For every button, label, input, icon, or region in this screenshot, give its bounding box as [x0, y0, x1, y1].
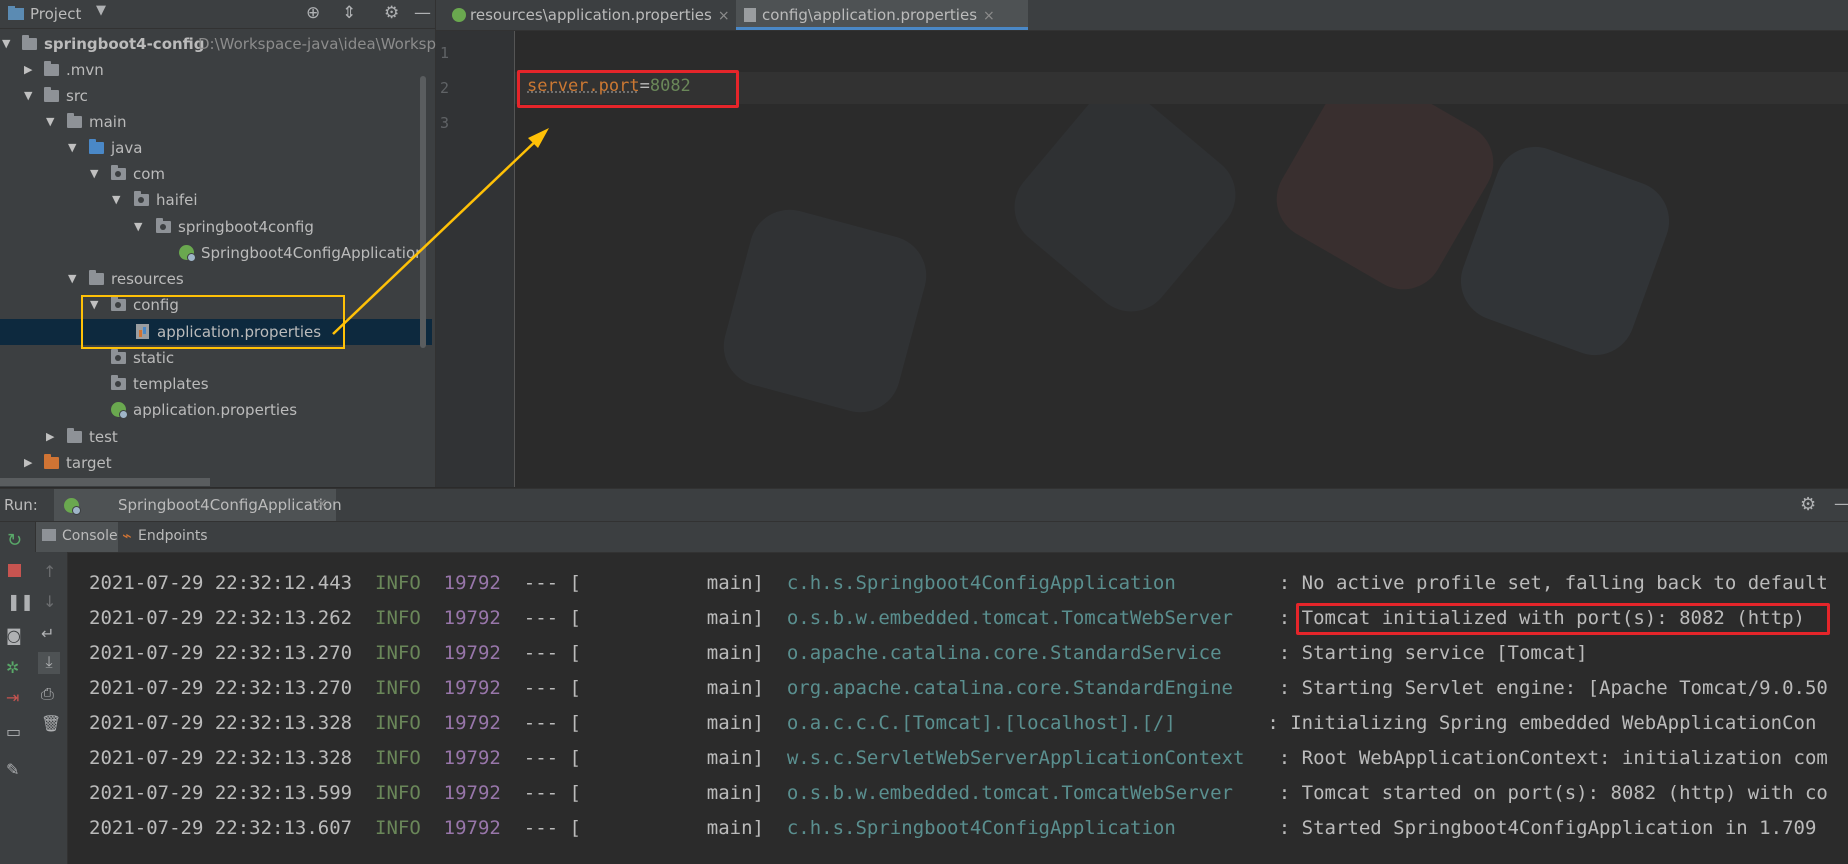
log-message: : Tomcat started on port(s): 8082 (http)… — [1278, 782, 1828, 804]
log-thread: --- [ main] — [523, 572, 764, 594]
debug-icon[interactable]: ✲ — [6, 658, 19, 677]
run-label: Run: — [4, 496, 38, 514]
console-icon — [42, 529, 56, 541]
spring-boot-icon — [64, 498, 81, 515]
annotation-box-log — [1296, 603, 1830, 635]
stop-icon[interactable] — [8, 564, 21, 577]
arrow-down-icon[interactable]: ↓ — [43, 592, 56, 611]
log-thread: --- [ main] — [523, 677, 764, 699]
log-timestamp: 2021-07-29 22:32:13.270 — [89, 642, 353, 664]
editor-tab-bar: resources\application.properties × config… — [436, 0, 1848, 31]
log-logger: c.h.s.Springboot4ConfigApplication — [786, 572, 1256, 594]
log-level: INFO — [375, 712, 421, 734]
log-message: : No active profile set, falling back to… — [1278, 572, 1828, 594]
log-message: : Starting Servlet engine: [Apache Tomca… — [1278, 677, 1828, 699]
log-message: : Started Springboot4ConfigApplication i… — [1278, 817, 1817, 839]
run-header: Run: Springboot4ConfigApplication × ⚙ — — [0, 488, 1848, 522]
tab-label: resources\application.properties — [470, 6, 712, 24]
log-pid: 19792 — [443, 642, 501, 664]
trash-icon[interactable]: 🗑 — [41, 714, 61, 733]
log-logger: o.s.b.w.embedded.tomcat.TomcatWebServer — [786, 607, 1256, 629]
log-timestamp: 2021-07-29 22:32:13.270 — [89, 677, 353, 699]
camera-icon[interactable]: ◙ — [6, 626, 22, 645]
run-subtabs: Console ⌁ Endpoints — [36, 522, 1848, 553]
log-timestamp: 2021-07-29 22:32:12.443 — [89, 572, 353, 594]
run-toolbar: ↻ ❚❚ ◙ ✲ ⇥ ▭ ✎ — [0, 522, 36, 864]
log-logger: o.apache.catalina.core.StandardService — [786, 642, 1256, 664]
log-timestamp: 2021-07-29 22:32:13.599 — [89, 782, 353, 804]
log-line: 2021-07-29 22:32:13.270 INFO 19792 --- [… — [89, 671, 1828, 706]
log-level: INFO — [375, 817, 421, 839]
log-logger: c.h.s.Springboot4ConfigApplication — [786, 817, 1256, 839]
log-pid: 19792 — [443, 572, 501, 594]
log-logger: w.s.c.ServletWebServerApplicationContext — [786, 747, 1256, 769]
close-icon[interactable]: × — [983, 8, 995, 24]
log-line: 2021-07-29 22:32:12.443 INFO 19792 --- [… — [89, 566, 1828, 601]
log-pid: 19792 — [443, 677, 501, 699]
tab-config-application-properties[interactable]: config\application.properties × — [736, 0, 1028, 30]
pause-icon[interactable]: ❚❚ — [7, 592, 34, 611]
properties-file-icon — [744, 8, 756, 22]
log-pid: 19792 — [443, 712, 501, 734]
log-pid: 19792 — [443, 782, 501, 804]
log-pid: 19792 — [443, 607, 501, 629]
log-line: 2021-07-29 22:32:13.328 INFO 19792 --- [… — [89, 741, 1828, 776]
log-timestamp: 2021-07-29 22:32:13.262 — [89, 607, 353, 629]
rerun-icon[interactable]: ↻ — [7, 530, 22, 551]
log-timestamp: 2021-07-29 22:32:13.328 — [89, 747, 353, 769]
log-thread: --- [ main] — [523, 817, 764, 839]
arrow-up-icon[interactable]: ↑ — [43, 562, 56, 581]
tab-endpoints[interactable]: ⌁ Endpoints — [120, 522, 230, 552]
log-thread: --- [ main] — [523, 747, 764, 769]
log-message: : Starting service [Tomcat] — [1278, 642, 1588, 664]
log-level: INFO — [375, 572, 421, 594]
endpoints-icon: ⌁ — [122, 526, 132, 545]
log-message: : Initializing Spring embedded WebApplic… — [1267, 712, 1817, 734]
layout-icon[interactable]: ▭ — [6, 722, 21, 741]
gear-icon[interactable]: ⚙ — [1800, 494, 1816, 515]
print-icon[interactable]: ⎙ — [41, 684, 54, 704]
log-logger: o.s.b.w.embedded.tomcat.TomcatWebServer — [786, 782, 1256, 804]
exit-icon[interactable]: ⇥ — [6, 688, 19, 707]
log-line: 2021-07-29 22:32:13.607 INFO 19792 --- [… — [89, 811, 1816, 846]
log-logger: org.apache.catalina.core.StandardEngine — [786, 677, 1256, 699]
log-thread: --- [ main] — [523, 782, 764, 804]
minimize-icon[interactable]: — — [1834, 494, 1848, 514]
tab-label: Console — [62, 528, 118, 544]
log-thread: --- [ main] — [523, 712, 764, 734]
log-message: : Root WebApplicationContext: initializa… — [1278, 747, 1828, 769]
run-config-label: Springboot4ConfigApplication — [118, 496, 342, 514]
log-level: INFO — [375, 747, 421, 769]
close-icon[interactable]: × — [718, 8, 730, 24]
log-thread: --- [ main] — [523, 607, 764, 629]
log-line: 2021-07-29 22:32:13.270 INFO 19792 --- [… — [89, 636, 1588, 671]
log-timestamp: 2021-07-29 22:32:13.607 — [89, 817, 353, 839]
log-pid: 19792 — [443, 817, 501, 839]
tab-resources-application-properties[interactable]: resources\application.properties × — [444, 0, 776, 30]
log-level: INFO — [375, 782, 421, 804]
log-pid: 19792 — [443, 747, 501, 769]
log-logger: o.a.c.c.C.[Tomcat].[localhost].[/] — [786, 712, 1245, 734]
log-level: INFO — [375, 677, 421, 699]
tab-label: config\application.properties — [762, 6, 978, 24]
run-config-tab[interactable]: Springboot4ConfigApplication × — [54, 489, 342, 521]
tab-label: Endpoints — [138, 528, 208, 544]
log-level: INFO — [375, 642, 421, 664]
pin-icon[interactable]: ✎ — [6, 760, 19, 779]
log-level: INFO — [375, 607, 421, 629]
tab-console[interactable]: Console — [36, 522, 118, 552]
soft-wrap-icon[interactable]: ↵ — [41, 624, 54, 643]
log-thread: --- [ main] — [523, 642, 764, 664]
scroll-to-end-icon[interactable]: ⤓ — [38, 652, 60, 674]
log-line: 2021-07-29 22:32:13.599 INFO 19792 --- [… — [89, 776, 1828, 811]
close-icon[interactable]: × — [316, 496, 328, 512]
log-line: 2021-07-29 22:32:13.328 INFO 19792 --- [… — [89, 706, 1816, 741]
spring-properties-icon — [452, 8, 466, 22]
console-toolbar: ↑ ↓ ↵ ⤓ ⎙ 🗑 — [35, 552, 68, 864]
log-timestamp: 2021-07-29 22:32:13.328 — [89, 712, 353, 734]
